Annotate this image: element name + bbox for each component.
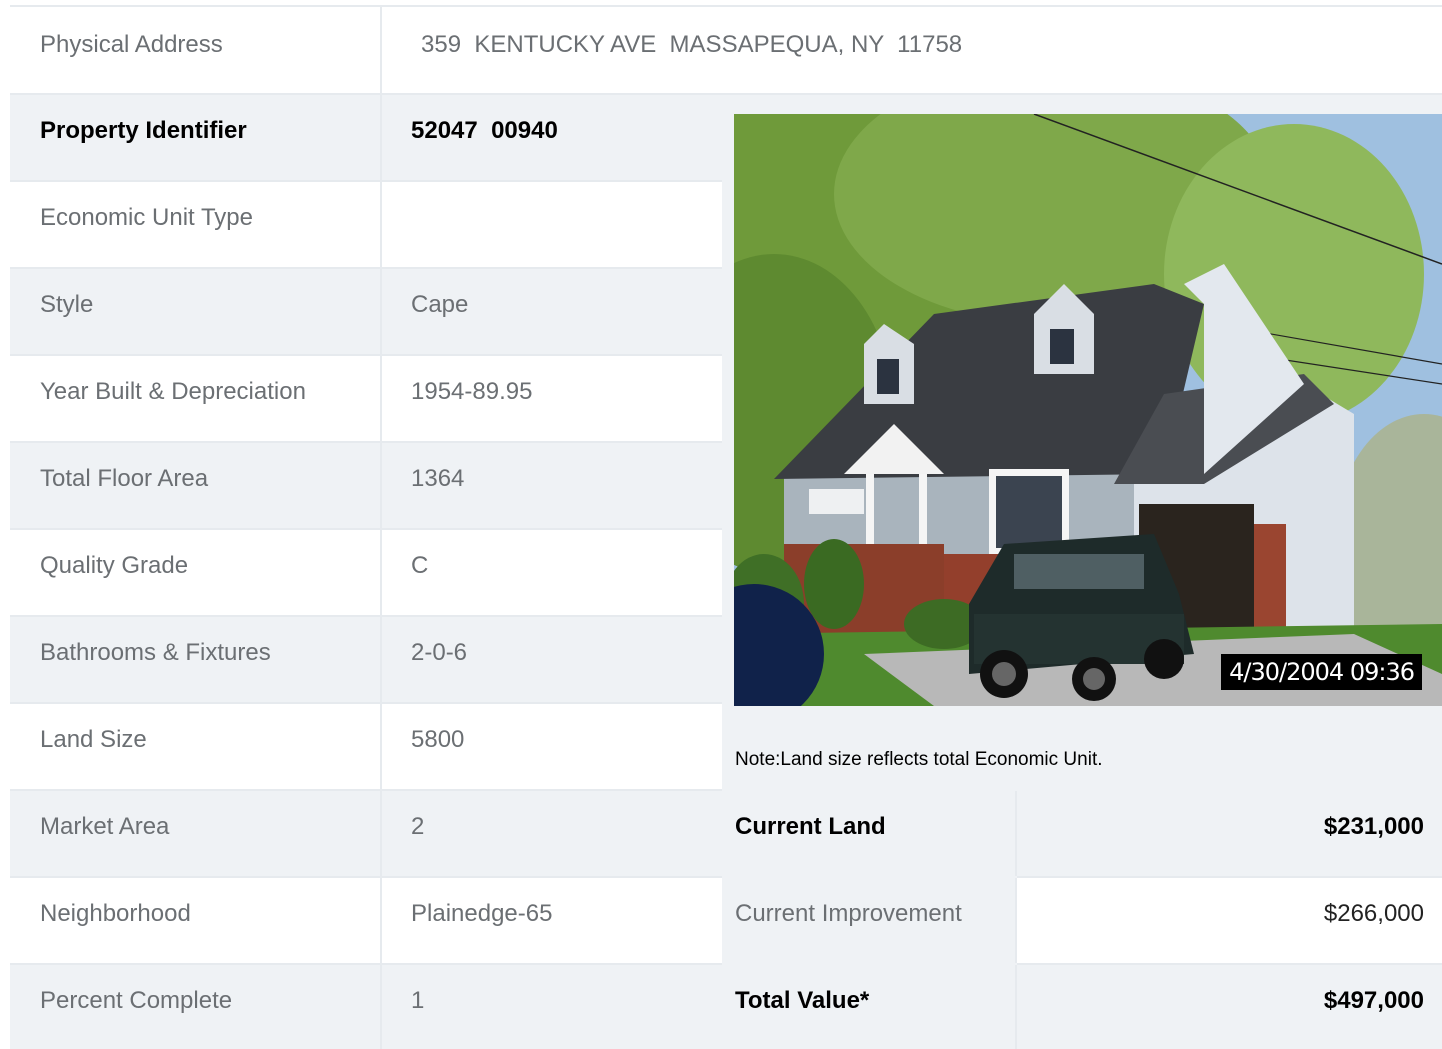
percent-complete-label: Percent Complete [40,987,233,1014]
year-built-value: 1954-89.95 [411,378,533,405]
property-identifier-label: Property Identifier [40,117,247,144]
column-divider [380,95,382,180]
percent-complete-value: 1 [411,987,425,1014]
total-value-row: Total Value* $497,000 [722,965,1442,1049]
row-bathrooms: Bathrooms & Fixtures 2-0-6 [10,617,722,704]
photo-timestamp: 4/30/2004 09:36 [1221,654,1422,690]
current-improvement-cell: $266,000 [1017,878,1442,963]
physical-address-value: 359 KENTUCKY AVE MASSAPEQUA, NY 11758 [421,31,963,58]
property-photo-and-values: 4/30/2004 09:36 Note:Land size reflects … [722,95,1442,1049]
column-divider [380,269,382,354]
year-built-label: Year Built & Depreciation [40,378,306,405]
column-divider [380,704,382,789]
row-year-built: Year Built & Depreciation 1954-89.95 [10,356,722,443]
row-land-size: Land Size 5800 [10,704,722,791]
style-value: Cape [411,291,469,318]
quality-grade-label: Quality Grade [40,552,189,579]
neighborhood-label: Neighborhood [40,900,191,927]
economic-unit-type-label: Economic Unit Type [40,204,253,231]
physical-address-label: Physical Address [40,31,223,58]
current-improvement-value: $266,000 [1323,900,1424,927]
column-divider [380,7,382,93]
total-value-label: Total Value* [735,987,870,1014]
column-divider [380,791,382,876]
style-label: Style [40,291,94,318]
row-neighborhood: Neighborhood Plainedge-65 [10,878,722,965]
quality-grade-value: C [411,552,429,579]
total-floor-area-value: 1364 [411,465,465,492]
column-divider [380,878,382,963]
row-quality-grade: Quality Grade C [10,530,722,617]
property-identifier-value: 52047 00940 [411,117,558,144]
row-total-floor-area: Total Floor Area 1364 [10,443,722,530]
bathrooms-label: Bathrooms & Fixtures [40,639,271,666]
current-land-row: Current Land $231,000 [722,791,1442,878]
property-photo[interactable]: 4/30/2004 09:36 [734,114,1442,706]
column-divider [380,617,382,702]
land-size-value: 5800 [411,726,465,753]
total-value-cell: $497,000 [1017,965,1442,1049]
current-land-label: Current Land [735,813,886,840]
neighborhood-value: Plainedge-65 [411,900,553,927]
row-market-area: Market Area 2 [10,791,722,878]
property-details-table: Property Identifier 52047 00940 Economic… [10,95,722,1049]
current-improvement-label: Current Improvement [735,900,962,927]
value-divider [1015,791,1017,876]
total-value-value: $497,000 [1323,987,1424,1014]
row-economic-unit-type: Economic Unit Type [10,182,722,269]
total-floor-area-label: Total Floor Area [40,465,209,492]
house-photo-illustration [734,114,1442,706]
physical-address-row: Physical Address 359 KENTUCKY AVE MASSAP… [10,7,1442,95]
property-record-page: Physical Address 359 KENTUCKY AVE MASSAP… [0,0,1442,1049]
market-area-value: 2 [411,813,425,840]
column-divider [380,443,382,528]
current-land-value: $231,000 [1323,813,1424,840]
row-percent-complete: Percent Complete 1 [10,965,722,1049]
current-land-cell: $231,000 [1017,791,1442,876]
row-style: Style Cape [10,269,722,356]
column-divider [380,530,382,615]
current-improvement-row: Current Improvement $266,000 [722,878,1442,965]
market-area-label: Market Area [40,813,170,840]
row-property-identifier: Property Identifier 52047 00940 [10,95,722,182]
column-divider [380,356,382,441]
value-divider [1015,878,1017,963]
land-size-label: Land Size [40,726,147,753]
column-divider [380,182,382,267]
bathrooms-value: 2-0-6 [411,639,468,666]
value-divider [1015,965,1017,1049]
land-size-note: Note:Land size reflects total Economic U… [735,749,1103,770]
column-divider [380,965,382,1049]
